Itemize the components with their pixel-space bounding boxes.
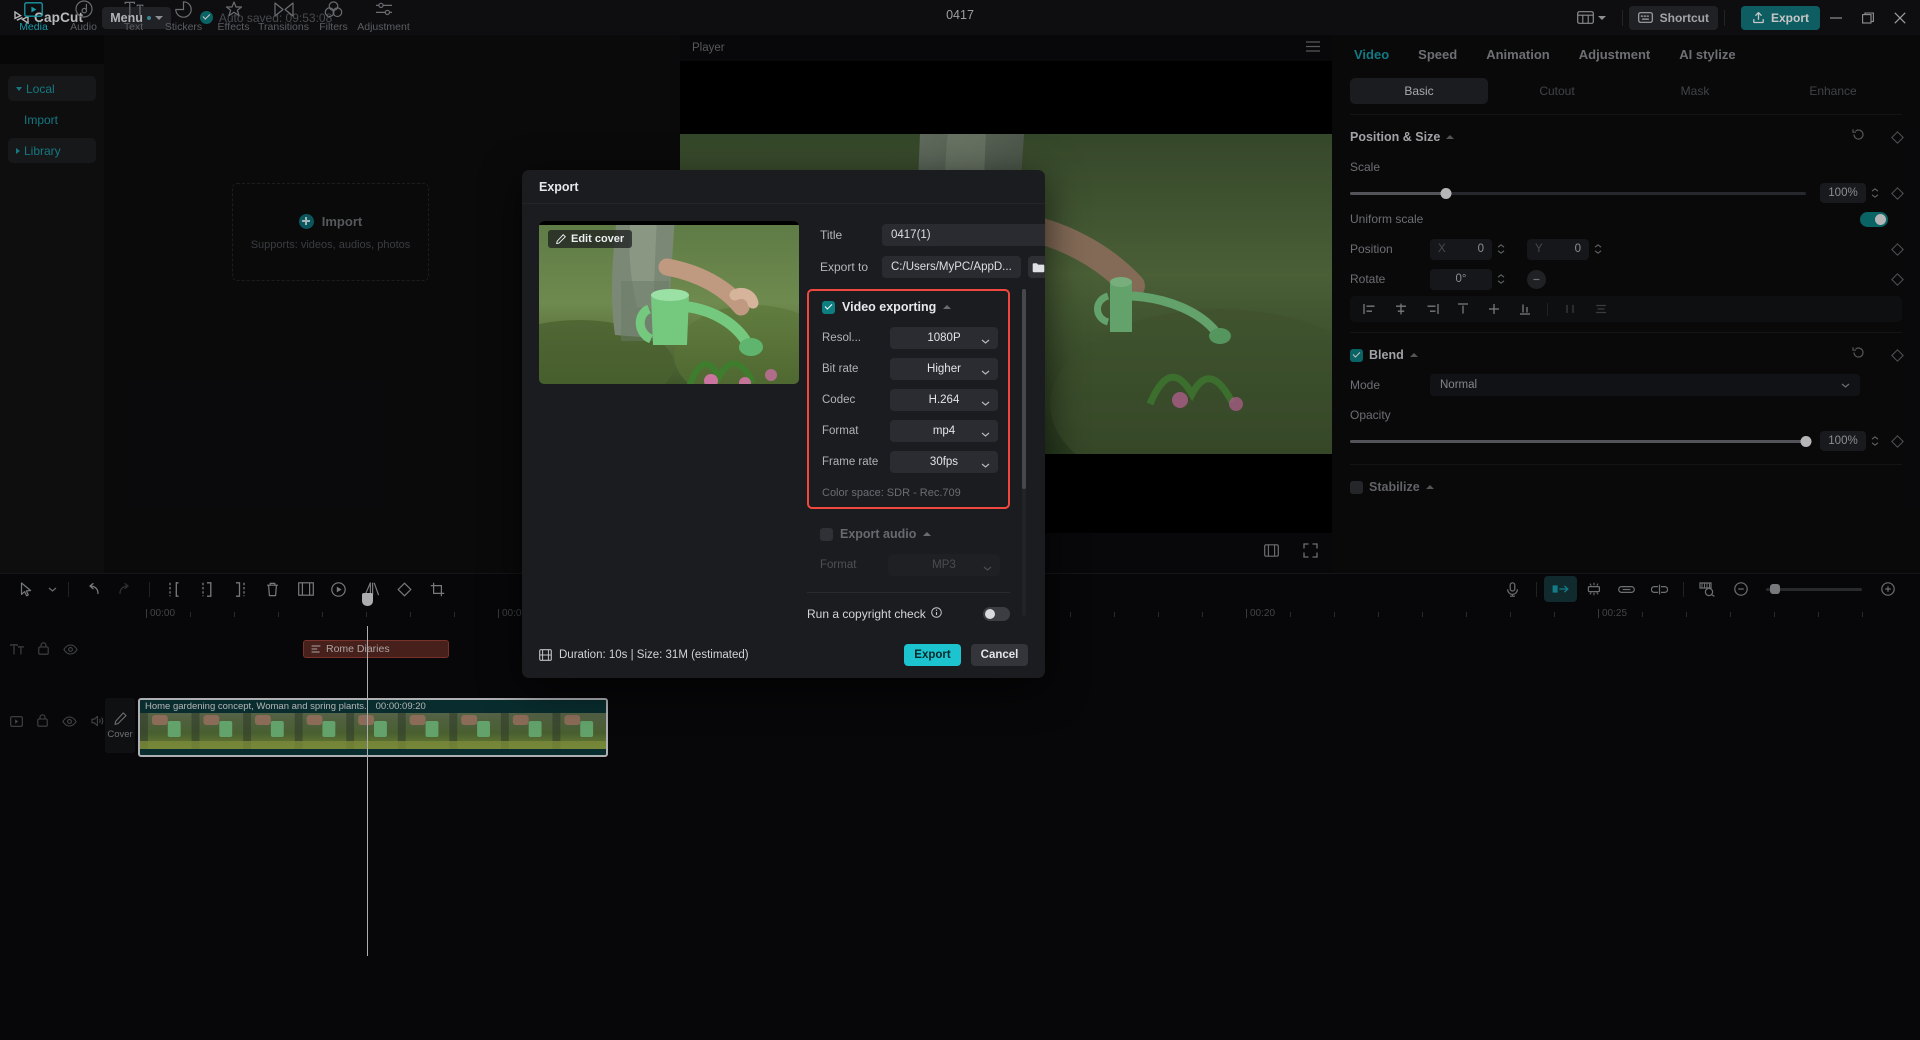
info-icon[interactable] — [931, 607, 942, 621]
dialog-header: Export — [522, 170, 1045, 204]
effects-icon — [225, 0, 243, 18]
chevron-down-icon — [981, 459, 990, 471]
chevron-up-icon[interactable] — [923, 532, 931, 536]
duration-size-info: Duration: 10s | Size: 31M (estimated) — [559, 649, 749, 661]
chevron-down-icon — [983, 562, 992, 574]
nav-label: Filters — [319, 21, 348, 33]
export-audio-checkbox[interactable] — [820, 528, 833, 541]
export-audio-header: Export audio — [807, 527, 1010, 541]
cover-preview: Edit cover — [539, 221, 799, 384]
resolution-row: Resol... 1080P — [822, 322, 998, 353]
nav-item-media[interactable]: Media — [9, 0, 58, 33]
cancel-button[interactable]: Cancel — [971, 644, 1028, 666]
framerate-value: 30fps — [930, 456, 958, 468]
resolution-label: Resol... — [822, 332, 890, 344]
nav-label: Text — [124, 21, 143, 33]
format-select[interactable]: mp4 — [890, 420, 998, 442]
dialog-title: Export — [539, 180, 579, 194]
text-icon — [124, 0, 144, 18]
browse-folder-button[interactable] — [1028, 256, 1045, 278]
adjustment-icon — [375, 0, 393, 18]
resolution-value: 1080P — [927, 332, 960, 344]
filters-icon — [324, 0, 343, 18]
format-label: Format — [822, 425, 890, 437]
title-input[interactable]: 0417(1) — [882, 224, 1045, 246]
nav-label: Stickers — [165, 21, 202, 33]
nav-label: Effects — [218, 21, 250, 33]
nav-item-audio[interactable]: Audio — [59, 0, 108, 33]
framerate-label: Frame rate — [822, 456, 890, 468]
nav-item-adjustment[interactable]: Adjustment — [359, 0, 408, 33]
export-to-input[interactable]: C:/Users/MyPC/AppD... — [882, 256, 1021, 278]
export-confirm-button[interactable]: Export — [904, 644, 961, 666]
color-space-text: Color space: SDR - Rec.709 — [822, 487, 998, 499]
video-exporting-header: Video exporting — [822, 300, 998, 314]
chevron-down-icon — [981, 397, 990, 409]
bitrate-select[interactable]: Higher — [890, 358, 998, 380]
audio-format-row: Format MP3 — [807, 549, 1010, 580]
edit-cover-button[interactable]: Edit cover — [548, 230, 632, 248]
export-audio-label: Export audio — [840, 527, 916, 541]
export-dialog: Export — [522, 170, 1045, 678]
video-exporting-label: Video exporting — [842, 300, 936, 314]
copyright-label: Run a copyright check — [807, 607, 926, 621]
dialog-body: Edit cover Title 0417(1) Export to C:/Us… — [522, 204, 1045, 632]
main-nav: Media Audio Text Stickers Effects — [9, 0, 709, 36]
codec-select[interactable]: H.264 — [890, 389, 998, 411]
nav-item-transitions[interactable]: Transitions — [259, 0, 308, 33]
dialog-footer: Duration: 10s | Size: 31M (estimated) Ex… — [522, 632, 1045, 678]
codec-row: Codec H.264 — [822, 384, 998, 415]
settings-scrollbar[interactable] — [1022, 289, 1026, 489]
folder-icon — [1032, 262, 1045, 273]
bitrate-value: Higher — [927, 363, 961, 375]
film-icon — [539, 649, 552, 661]
nav-label: Transitions — [258, 21, 309, 33]
pencil-icon — [556, 234, 566, 244]
export-to-field-row: Export to C:/Users/MyPC/AppD... — [820, 253, 1045, 281]
codec-label: Codec — [822, 394, 890, 406]
export-settings: Video exporting Resol... 1080P Bit rate — [807, 289, 1028, 632]
bitrate-row: Bit rate Higher — [822, 353, 998, 384]
audio-format-label: Format — [820, 559, 888, 571]
chevron-down-icon — [981, 428, 990, 440]
title-label: Title — [820, 228, 882, 242]
export-audio-group: Export audio Format MP3 Run a copyrigh — [807, 527, 1010, 631]
copyright-check-row: Run a copyright check — [807, 597, 1010, 631]
export-to-label: Export to — [820, 260, 882, 274]
nav-label: Adjustment — [357, 21, 410, 33]
framerate-select[interactable]: 30fps — [890, 451, 998, 473]
transitions-icon — [274, 0, 294, 18]
audio-icon — [75, 0, 93, 18]
bitrate-label: Bit rate — [822, 363, 890, 375]
video-exporting-checkbox[interactable] — [822, 301, 835, 314]
cover-preview-wrap: Edit cover — [539, 221, 799, 632]
media-icon — [24, 0, 43, 18]
title-field-row: Title 0417(1) — [820, 221, 1045, 249]
nav-item-stickers[interactable]: Stickers — [159, 0, 208, 33]
chevron-up-icon[interactable] — [943, 305, 951, 309]
nav-item-filters[interactable]: Filters — [309, 0, 358, 33]
nav-label: Media — [19, 21, 48, 33]
nav-label: Audio — [70, 21, 97, 33]
stickers-icon — [175, 0, 192, 18]
format-value: mp4 — [933, 425, 955, 437]
divider — [807, 592, 1010, 593]
video-exporting-group: Video exporting Resol... 1080P Bit rate — [807, 289, 1010, 509]
audio-format-value: MP3 — [932, 559, 956, 571]
format-row: Format mp4 — [822, 415, 998, 446]
resolution-select[interactable]: 1080P — [890, 327, 998, 349]
framerate-row: Frame rate 30fps — [822, 446, 998, 477]
edit-cover-label: Edit cover — [571, 233, 624, 245]
nav-item-effects[interactable]: Effects — [209, 0, 258, 33]
codec-value: H.264 — [929, 394, 960, 406]
chevron-down-icon — [981, 335, 990, 347]
nav-item-text[interactable]: Text — [109, 0, 158, 33]
audio-format-select: MP3 — [888, 554, 1000, 576]
copyright-check-toggle[interactable] — [983, 607, 1010, 621]
chevron-down-icon — [981, 366, 990, 378]
